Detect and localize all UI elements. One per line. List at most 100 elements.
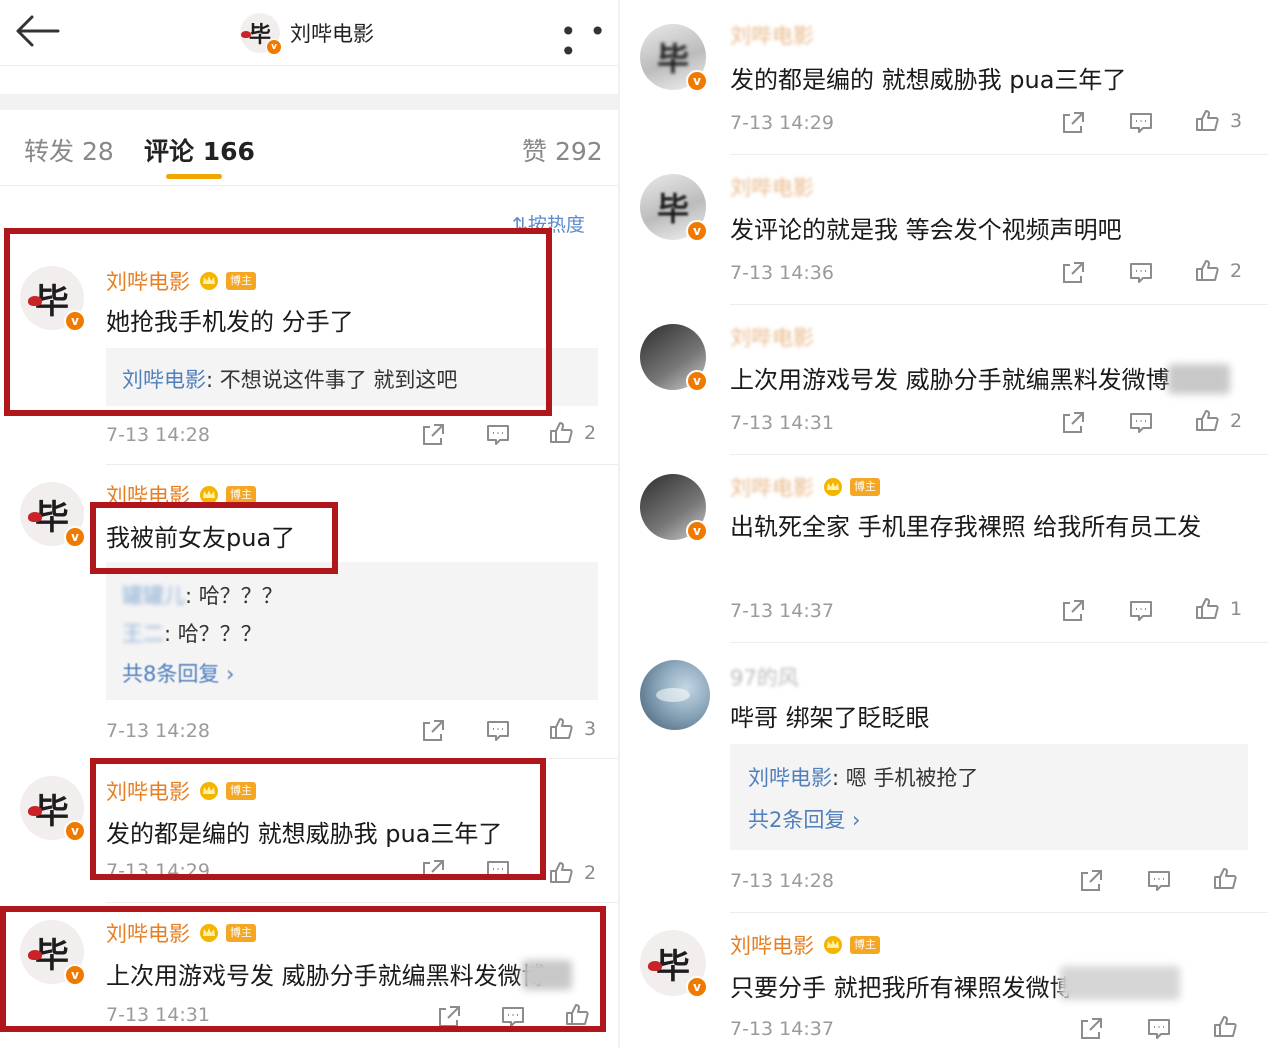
like-count: 2 — [1230, 260, 1243, 282]
verified-icon: v — [686, 70, 708, 92]
like-button[interactable]: 3 — [1194, 108, 1242, 134]
comment-icon[interactable] — [1146, 868, 1172, 894]
comment-icon[interactable] — [1128, 110, 1154, 136]
share-icon[interactable] — [1078, 1016, 1104, 1042]
like-button[interactable]: 2 — [1194, 408, 1242, 434]
sort-toggle[interactable]: ⇅按热度 — [512, 210, 585, 237]
blurred-region — [1060, 966, 1180, 1000]
avatar[interactable]: 毕 v — [20, 776, 86, 842]
comment-time: 7-13 14:37 — [730, 1018, 834, 1040]
like-button[interactable]: 2 — [548, 420, 596, 446]
comment-text: 我被前女友pua了 — [106, 524, 296, 552]
thumbs-up-icon[interactable] — [1212, 866, 1238, 892]
comment-icon[interactable] — [1146, 1016, 1172, 1042]
like-button[interactable]: 2 — [1194, 258, 1242, 284]
comment-author[interactable]: 刘哔电影 博主 — [106, 480, 256, 510]
like-count: 1 — [1230, 598, 1243, 620]
like-button[interactable]: 2 — [548, 860, 596, 886]
thumbs-up-icon[interactable] — [564, 1002, 590, 1028]
reply-text: : 不想说这件事了 就到这吧 — [206, 368, 458, 392]
tab-comments[interactable]: 评论 166 — [144, 132, 255, 168]
host-badge: 博主 — [226, 782, 256, 800]
reply-author[interactable]: 罐罐儿 — [122, 584, 185, 608]
avatar[interactable]: v — [640, 324, 708, 392]
comment-text: 上次用游戏号发 威胁分手就编黑料发微博 — [106, 962, 546, 990]
crown-icon — [198, 271, 220, 291]
avatar[interactable]: 毕 v — [20, 482, 86, 548]
divider — [730, 454, 1268, 455]
comment-time: 7-13 14:29 — [106, 860, 210, 874]
share-icon[interactable] — [1060, 598, 1086, 624]
divider — [730, 304, 1268, 305]
share-icon[interactable] — [1060, 260, 1086, 286]
host-badge: 博主 — [226, 486, 256, 504]
comment-icon[interactable] — [485, 858, 511, 874]
reply-author[interactable]: 王二 — [122, 622, 164, 646]
comment-text: 哔哥 绑架了眨眨眼 — [730, 704, 930, 732]
host-badge: 博主 — [850, 478, 880, 496]
comment-text: 发的都是编的 就想威胁我 pua三年了 — [730, 66, 1127, 94]
comment-icon[interactable] — [1128, 598, 1154, 624]
comment-time: 7-13 14:36 — [730, 262, 834, 284]
avatar[interactable]: 毕 v — [640, 174, 708, 242]
verified-icon: v — [686, 976, 708, 998]
avatar[interactable]: v — [640, 474, 708, 542]
back-arrow-icon[interactable] — [14, 14, 62, 48]
comment-author[interactable]: 刘哔电影 — [730, 20, 814, 50]
reply-line: 王二: 哈？？？ — [122, 618, 262, 648]
like-count: 3 — [584, 718, 597, 740]
avatar[interactable] — [640, 660, 710, 730]
share-icon[interactable] — [420, 422, 446, 448]
share-icon[interactable] — [420, 718, 446, 744]
divider — [106, 758, 618, 759]
thumbs-up-icon[interactable] — [1212, 1014, 1238, 1040]
share-icon[interactable] — [436, 1004, 462, 1030]
right-screenshot: 毕 v 刘哔电影 发的都是编的 就想威胁我 pua三年了 7-13 14:29 … — [620, 0, 1268, 1048]
page-title[interactable]: 毕 v 刘哔电影 — [240, 10, 374, 56]
share-icon[interactable] — [1060, 410, 1086, 436]
like-button[interactable]: 1 — [1194, 596, 1242, 622]
comment-time: 7-13 14:28 — [106, 720, 210, 742]
comment-icon[interactable] — [1128, 410, 1154, 436]
tab-likes[interactable]: 赞 292 — [522, 132, 603, 168]
avatar[interactable]: 毕 v — [240, 13, 282, 55]
thumbs-up-icon — [548, 716, 574, 742]
comment-author[interactable]: 刘哔电影 博主 — [106, 918, 256, 948]
reply-author[interactable]: 刘哔电影 — [122, 368, 206, 392]
avatar[interactable]: 毕 v — [640, 24, 708, 92]
comment-author[interactable]: 刘哔电影 博主 — [106, 266, 256, 296]
comment-author[interactable]: 刘哔电影 博主 — [106, 776, 256, 806]
comment-author[interactable]: 刘哔电影 博主 — [730, 930, 880, 960]
more-options-icon[interactable]: • • • — [560, 18, 620, 66]
comment-author[interactable]: 刘哔电影 博主 — [730, 472, 880, 502]
view-more-replies-link[interactable]: 共8条回复 › — [122, 658, 234, 688]
share-icon[interactable] — [420, 858, 446, 874]
host-badge: 博主 — [850, 936, 880, 954]
comment-icon[interactable] — [500, 1004, 526, 1030]
verified-icon: v — [686, 520, 708, 542]
comment-icon[interactable] — [1128, 260, 1154, 286]
comment-icon[interactable] — [485, 718, 511, 744]
verified-icon: v — [64, 526, 86, 548]
comment-author[interactable]: 刘哔电影 — [730, 172, 814, 202]
view-more-replies-link[interactable]: 共2条回复 › — [748, 804, 860, 834]
comment-time: 7-13 14:28 — [106, 424, 210, 446]
reply-author[interactable]: 刘哔电影 — [748, 766, 832, 790]
like-button[interactable]: 3 — [548, 716, 596, 742]
avatar[interactable]: 毕 v — [20, 266, 86, 332]
tab-reposts[interactable]: 转发 28 — [24, 132, 114, 168]
tab-indicator — [166, 174, 222, 179]
avatar[interactable]: 毕 v — [640, 930, 708, 998]
share-icon[interactable] — [1060, 110, 1086, 136]
comment-text: 出轨死全家 手机里存我裸照 给我所有员工发 — [730, 513, 1202, 541]
comment-author[interactable]: 97的风 — [730, 662, 799, 692]
avatar[interactable]: 毕 v — [20, 920, 86, 986]
comment-icon[interactable] — [485, 422, 511, 448]
comment-time: 7-13 14:31 — [106, 1004, 210, 1026]
reply-box[interactable] — [730, 744, 1248, 850]
divider — [730, 912, 1268, 913]
verified-icon: v — [686, 220, 708, 242]
comment-author[interactable]: 刘哔电影 — [730, 322, 814, 352]
comment-text: 她抢我手机发的 分手了 — [106, 308, 354, 336]
share-icon[interactable] — [1078, 868, 1104, 894]
